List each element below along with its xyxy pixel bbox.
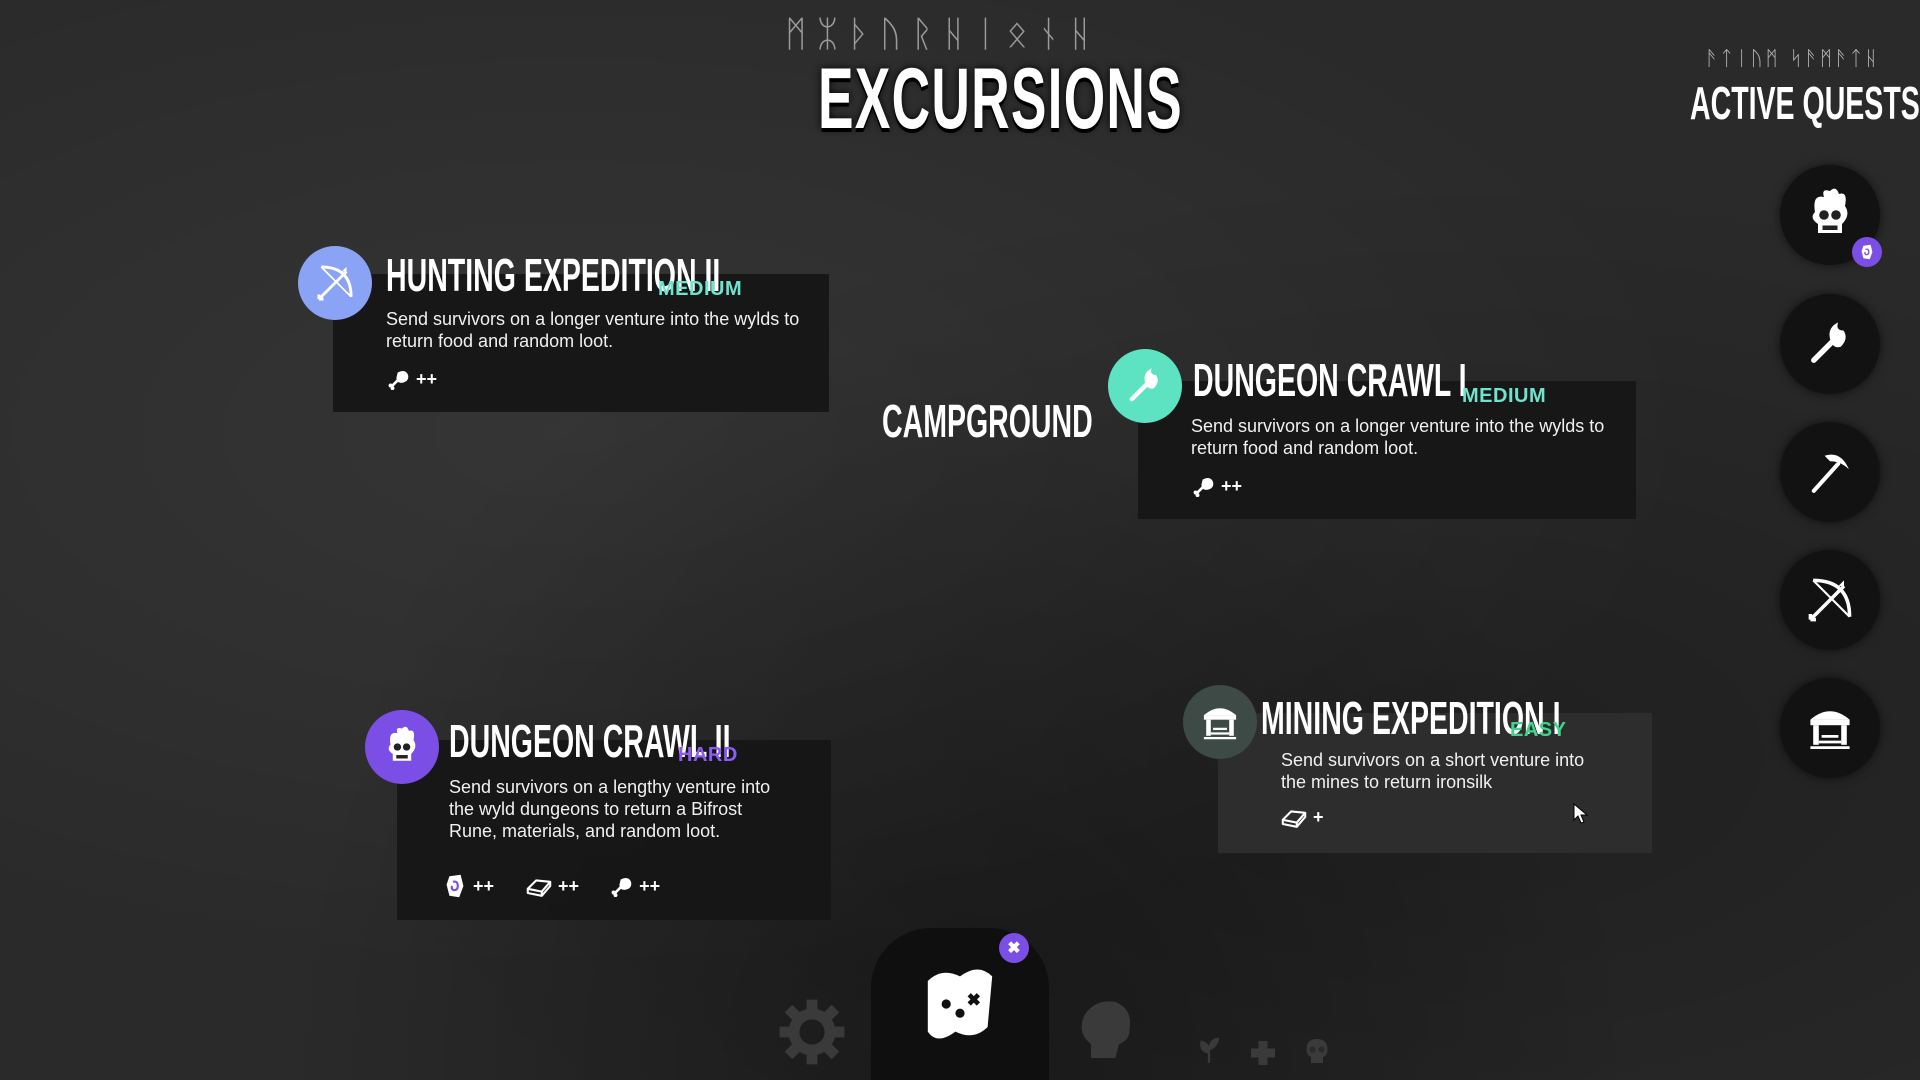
reward-amount: ++	[558, 875, 580, 896]
quest-description: Send survivors on a longer venture into …	[386, 309, 800, 351]
reward-amount: ++	[639, 875, 661, 896]
torch-icon	[1803, 317, 1857, 371]
ingot-icon	[1279, 803, 1309, 831]
reward-amount: +	[1313, 806, 1324, 827]
herb-icon	[1200, 1037, 1220, 1063]
mine-icon	[1802, 700, 1858, 756]
reward: ++	[441, 872, 494, 900]
reward: ++	[386, 366, 437, 392]
active-quest-dungeon-crawl-ii[interactable]	[1780, 165, 1882, 267]
page-title: EXCURSIONS	[818, 51, 1183, 147]
flaming-skull-icon	[365, 710, 439, 784]
meat-icon	[386, 366, 412, 392]
bow-icon	[298, 246, 372, 320]
map-icon	[914, 958, 1006, 1050]
active-quest-hunting[interactable]	[1780, 550, 1880, 650]
settings-button[interactable]	[776, 996, 848, 1073]
bow-icon	[1802, 572, 1858, 628]
gear-icon	[776, 996, 848, 1068]
ingot-icon	[524, 872, 554, 900]
quest-description: Send survivors on a short venture into t…	[1281, 750, 1585, 792]
reward: ++	[1191, 473, 1242, 499]
active-quests-runes: ᚫᛏᛁᚢᛗ ᛋᚫᛗᚫᛏᚺ	[1705, 46, 1880, 70]
reward: ++	[524, 872, 579, 900]
pickaxe-icon	[1803, 445, 1857, 499]
rune-stone-icon	[441, 872, 469, 900]
plus-icon	[1251, 1041, 1275, 1065]
reward: ++	[609, 873, 660, 899]
torch-icon	[1108, 349, 1182, 423]
meat-icon	[1191, 473, 1217, 499]
active-quest-dungeon-crawl-i[interactable]	[1780, 294, 1880, 394]
quest-description: Send survivors on a longer venture into …	[1191, 416, 1605, 458]
reward-amount: ++	[473, 875, 495, 896]
head-icon	[1070, 990, 1140, 1070]
active-quests-title: ACTIVE QUESTS	[1690, 77, 1920, 129]
close-button[interactable]: ✖	[999, 933, 1029, 963]
quest-description: Send survivors on a lengthy venture into…	[449, 777, 771, 841]
skull-icon	[1306, 1039, 1328, 1063]
skull-button[interactable]	[1302, 1036, 1332, 1066]
mouse-cursor	[1573, 802, 1589, 830]
difficulty-badge: EASY	[1510, 719, 1567, 741]
mine-icon	[1183, 685, 1257, 759]
difficulty-badge: MEDIUM	[658, 278, 743, 300]
flaming-skull-icon	[1800, 185, 1860, 245]
reward: +	[1279, 803, 1324, 831]
meat-icon	[609, 873, 635, 899]
active-quest-mining-expedition[interactable]	[1780, 678, 1880, 778]
reward-amount: ++	[416, 368, 438, 389]
rune-stone-icon	[1852, 237, 1882, 267]
heal-button[interactable]	[1248, 1038, 1278, 1068]
title-runes: ᛗᛯᚦᚢᚱᚺᛁᛟᚾᚺ	[785, 14, 1102, 55]
active-quest-mining[interactable]	[1780, 422, 1880, 522]
quest-title: DUNGEON CRAWL I	[1193, 354, 1467, 406]
difficulty-badge: HARD	[678, 744, 738, 766]
survivors-button[interactable]	[1070, 990, 1140, 1075]
reward-amount: ++	[1221, 475, 1243, 496]
campground-label: CAMPGROUND	[882, 395, 1093, 447]
difficulty-badge: MEDIUM	[1462, 385, 1547, 407]
herb-button[interactable]	[1194, 1036, 1224, 1066]
